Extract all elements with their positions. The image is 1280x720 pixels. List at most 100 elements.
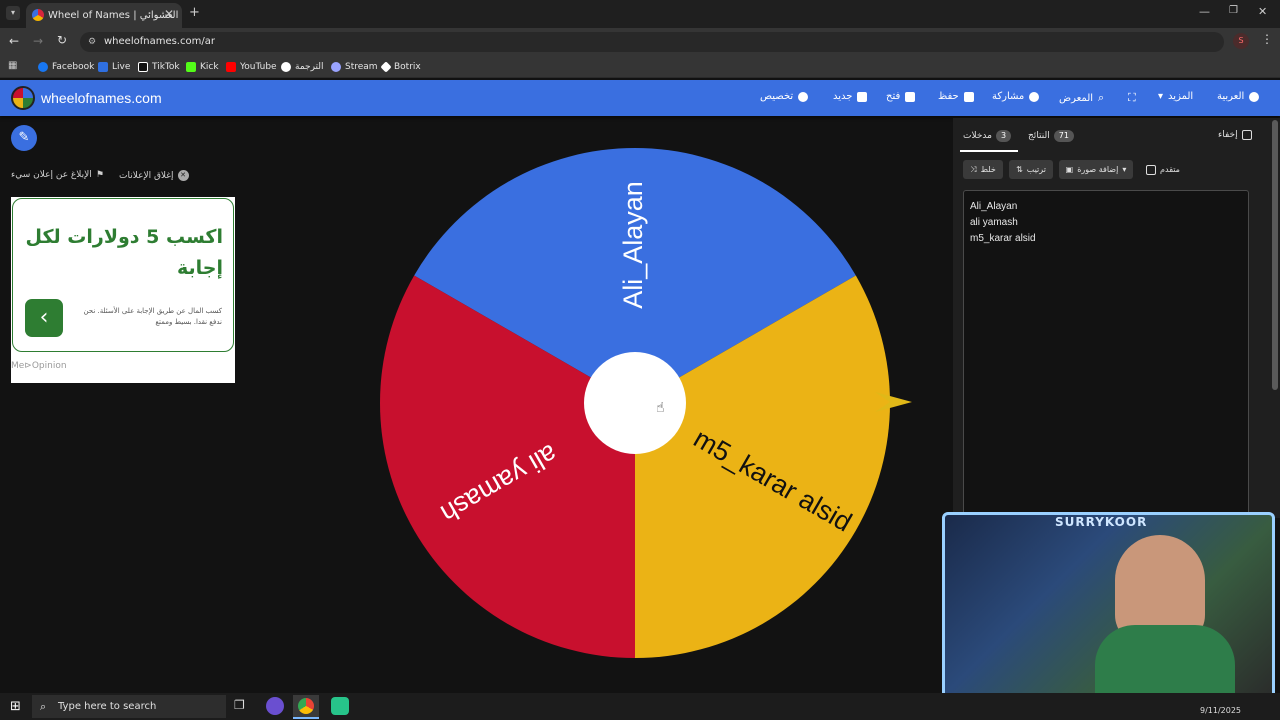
entry-line: Ali_Alayan (970, 201, 1018, 212)
results-count-badge: 71 (1053, 130, 1074, 142)
active-tab-indicator (960, 150, 1018, 152)
forward-icon[interactable]: → (33, 34, 43, 48)
open-button[interactable]: فتح (886, 91, 916, 102)
fullscreen-button[interactable]: ⛶ (1128, 91, 1136, 105)
folder-icon (905, 91, 916, 102)
url-text: wheelofnames.com/ar (104, 36, 215, 47)
bookmark-botrix[interactable]: Botrix (380, 61, 421, 73)
edit-button[interactable]: ✎ (11, 125, 37, 151)
customize-button[interactable]: تخصيص (760, 91, 809, 102)
language-menu[interactable]: العربية (1217, 91, 1260, 102)
taskbar-date: 9/11/2025 (1200, 706, 1242, 715)
shuffle-icon: ⤨ (970, 164, 977, 174)
ad-arrow-button[interactable]: ‹ (25, 299, 63, 337)
ad-headline: اكسب 5 دولارات لكل إجابة (25, 226, 223, 279)
fullscreen-icon: ⛶ (1128, 91, 1136, 104)
app-icon[interactable] (331, 697, 349, 715)
tab-search-button[interactable]: ▾ (6, 6, 20, 20)
bookmark-facebook[interactable]: Facebook (38, 61, 94, 73)
palette-icon (798, 91, 809, 102)
hide-checkbox[interactable] (1241, 130, 1252, 140)
window-close-button[interactable]: ✕ (1258, 5, 1267, 18)
botrix-icon (380, 61, 392, 73)
shuffle-button[interactable]: ⤨ خلط (963, 160, 1003, 179)
image-icon: ▣ (1065, 165, 1074, 174)
task-view-icon[interactable]: ❐ (234, 698, 245, 712)
chevron-left-icon: ‹ (39, 305, 49, 330)
globe-icon (1249, 91, 1260, 102)
apps-grid-icon[interactable]: ▦ (8, 60, 17, 71)
site-logo[interactable]: wheelofnames.com (41, 90, 162, 106)
profile-avatar[interactable]: S (1233, 33, 1249, 49)
webcam-overlay: SURRYKOOR (942, 512, 1275, 706)
tab-strip: ▾ Wheel of Names | عجلة الاسم العشوائي ✕… (0, 0, 1280, 28)
entry-line: ali yamash (970, 217, 1018, 228)
bookmark-tiktok[interactable]: TikTok (138, 61, 180, 73)
tab-title: Wheel of Names | عجلة الاسم العشوائي (48, 10, 182, 21)
add-image-button[interactable]: ▣ إضافة صورة ▾ (1059, 160, 1133, 179)
youtube-icon (226, 62, 236, 72)
google-icon (281, 62, 291, 72)
logo-wheel-icon[interactable] (11, 86, 35, 110)
search-icon: ⌕ (40, 700, 47, 713)
bookmark-kick[interactable]: Kick (186, 61, 219, 73)
chevron-down-icon: ▾ (1158, 91, 1164, 102)
app-icon[interactable] (266, 697, 284, 715)
back-icon[interactable]: ← (9, 34, 19, 48)
share-icon (1029, 91, 1040, 102)
chrome-icon (298, 698, 314, 714)
wheel[interactable]: Ali_Alayan m5_karar alsid ali yamash ☝ (360, 130, 920, 680)
webcam-overlay-text: SURRYKOOR (1055, 515, 1148, 529)
advanced-checkbox[interactable] (1146, 164, 1157, 175)
minimize-button[interactable]: — (1199, 5, 1210, 18)
page-scrollbar[interactable] (1272, 120, 1278, 390)
tiktok-icon (138, 62, 148, 72)
reload-icon[interactable]: ↻ (57, 33, 67, 47)
browser-tab[interactable]: Wheel of Names | عجلة الاسم العشوائي ✕ (26, 3, 182, 28)
pencil-icon: ✎ (18, 130, 30, 145)
windows-start-icon[interactable]: ⊞ (10, 699, 21, 714)
wheel-label: Ali_Alayan (618, 181, 648, 309)
report-ad-link[interactable]: الإبلاغ عن إعلان سيء ⚑ (11, 170, 104, 180)
search-icon: ⌕ (1098, 91, 1105, 104)
gallery-button[interactable]: المعرض ⌕ (1059, 91, 1104, 105)
hide-toggle[interactable]: إخفاء (1218, 130, 1252, 140)
facebook-icon (38, 62, 48, 72)
kick-icon (186, 62, 196, 72)
advanced-toggle[interactable]: متقدم (1143, 160, 1183, 179)
share-button[interactable]: مشاركة (992, 91, 1040, 102)
taskbar-search-placeholder: Type here to search (58, 701, 157, 712)
wheel-hub[interactable] (584, 352, 686, 454)
ad-body: كسب المال عن طريق الإجابة على الأسئلة. ن… (83, 307, 222, 326)
bookmarks-bar: ▦ Facebook Live TikTok Kick YouTube التر… (0, 56, 1280, 78)
entry-line: m5_karar alsid (970, 233, 1036, 244)
flag-icon: ⚑ (95, 170, 104, 180)
taskbar-search[interactable]: ⌕ Type here to search (32, 695, 226, 718)
bookmark-translate[interactable]: الترجمة (281, 61, 324, 73)
chevron-down-icon: ▾ (1122, 165, 1127, 174)
bookmark-youtube[interactable]: YouTube (226, 61, 277, 73)
live-icon (98, 62, 108, 72)
tab-entries[interactable]: مدخلات 3 (963, 130, 1012, 142)
site-info-icon[interactable]: ⚙ (88, 32, 96, 52)
close-icon[interactable]: ✕ (164, 7, 174, 21)
new-tab-button[interactable]: + (189, 5, 200, 20)
tab-results[interactable]: النتائج 71 (1028, 130, 1074, 142)
menu-kebab-icon[interactable]: ⋮ (1261, 32, 1273, 46)
bookmark-live[interactable]: Live (98, 61, 130, 73)
restore-button[interactable]: ❐ (1229, 5, 1238, 16)
sort-button[interactable]: ⇅ ترتيب (1009, 160, 1053, 179)
entries-count-badge: 3 (995, 130, 1012, 142)
favicon-icon (32, 9, 44, 21)
ad-brand: Me⊳Opinion (11, 361, 67, 371)
more-menu[interactable]: ▾ المزيد (1158, 91, 1193, 102)
save-button[interactable]: حفظ (938, 91, 974, 102)
bookmark-stream[interactable]: Stream (331, 61, 378, 73)
stream-icon (331, 62, 341, 72)
close-ads-link[interactable]: إغلاق الإعلانات ✕ (119, 170, 189, 181)
sort-icon: ⇅ (1016, 165, 1023, 174)
entries-textarea[interactable]: Ali_Alayan ali yamash m5_karar alsid (963, 190, 1249, 518)
new-button[interactable]: جديد (833, 91, 868, 102)
address-bar[interactable]: ⚙ wheelofnames.com/ar (80, 32, 1224, 52)
chrome-taskbar-button[interactable] (293, 695, 319, 719)
